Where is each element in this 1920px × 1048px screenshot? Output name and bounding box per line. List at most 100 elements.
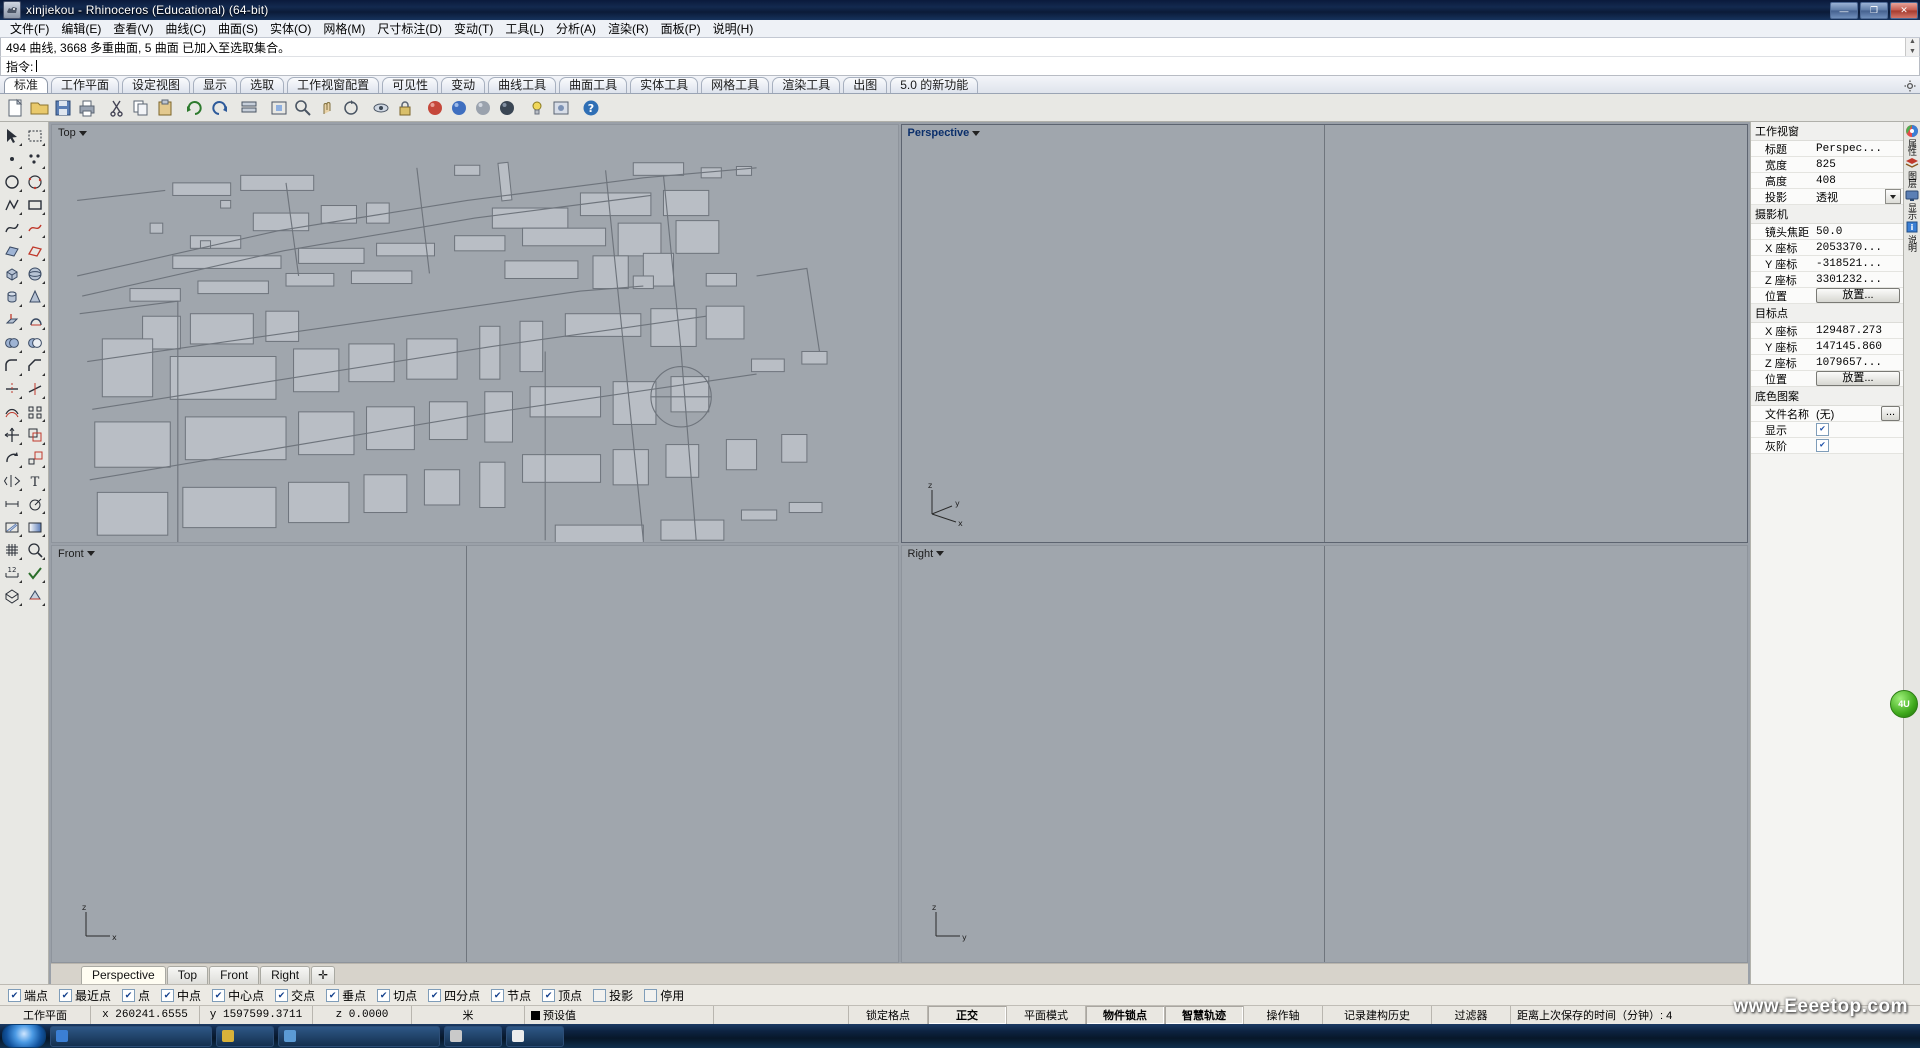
taskbar-item-4[interactable] xyxy=(444,1025,502,1047)
status-record-history[interactable]: 记录建构历史 xyxy=(1323,1006,1432,1024)
osnap-perp[interactable]: ✔ 垂点 xyxy=(326,987,366,1004)
osnap-center[interactable]: ✔ 中心点 xyxy=(212,987,264,1004)
circle-icon[interactable] xyxy=(0,170,23,193)
shade-gray-icon[interactable] xyxy=(471,96,494,119)
redo-icon[interactable] xyxy=(207,96,230,119)
revolve-icon[interactable] xyxy=(23,308,46,331)
status-cplane[interactable]: 工作平面 xyxy=(0,1006,91,1024)
print-icon[interactable] xyxy=(75,96,98,119)
cone-icon[interactable] xyxy=(23,285,46,308)
prop-cam-place[interactable]: 放置... xyxy=(1816,288,1900,303)
extrude-icon[interactable] xyxy=(0,308,23,331)
mesh-icon[interactable] xyxy=(0,584,23,607)
tab-set-view[interactable]: 设定视图 xyxy=(122,77,191,93)
tab-cplane[interactable]: 工作平面 xyxy=(51,77,120,93)
osnap-mid-checkbox[interactable]: ✔ xyxy=(161,988,175,1002)
chamfer-icon[interactable] xyxy=(23,354,46,377)
tab-surface-tools[interactable]: 曲面工具 xyxy=(559,77,628,93)
render-props-icon[interactable] xyxy=(549,96,572,119)
prop-cam-x-value[interactable]: 2053370... xyxy=(1813,242,1903,254)
menu-curve[interactable]: 曲线(C) xyxy=(159,19,212,38)
taskbar-item-2[interactable] xyxy=(216,1025,274,1047)
help-icon[interactable]: ? xyxy=(579,96,602,119)
osnap-point-checkbox[interactable]: ✔ xyxy=(122,988,136,1002)
status-smarttrack[interactable]: 智慧轨迹 xyxy=(1165,1006,1244,1024)
float-badge[interactable]: 4U xyxy=(1890,690,1918,718)
osnap-near[interactable]: ✔ 最近点 xyxy=(59,987,111,1004)
paste-icon[interactable] xyxy=(153,96,176,119)
text-icon[interactable]: T xyxy=(23,469,46,492)
shade-blue-icon[interactable] xyxy=(447,96,470,119)
toolbar-options-icon[interactable] xyxy=(1904,80,1916,92)
osnap-near-checkbox[interactable]: ✔ xyxy=(59,988,73,1002)
close-button[interactable]: ✕ xyxy=(1890,2,1918,19)
viewport-front-label[interactable]: Front xyxy=(55,548,98,560)
viewport-perspective[interactable]: Perspective z y x xyxy=(900,124,1748,543)
array-icon[interactable] xyxy=(23,400,46,423)
curve-icon[interactable] xyxy=(0,216,23,239)
viewport-top[interactable]: Top xyxy=(51,124,899,543)
prop-tgt-z-value[interactable]: 1079657... xyxy=(1813,357,1903,369)
osnap-vertex[interactable]: ✔ 顶点 xyxy=(542,987,582,1004)
minimize-button[interactable]: — xyxy=(1830,2,1858,19)
prop-projection-dropdown[interactable] xyxy=(1885,189,1901,204)
tab-visibility[interactable]: 可见性 xyxy=(382,77,439,93)
menu-help[interactable]: 说明(H) xyxy=(707,19,760,38)
point-icon[interactable] xyxy=(0,147,23,170)
tab-standard[interactable]: 标准 xyxy=(4,77,49,93)
menu-panels[interactable]: 面板(P) xyxy=(655,19,707,38)
tab-whats-new[interactable]: 5.0 的新功能 xyxy=(890,77,979,93)
menu-render[interactable]: 渲染(R) xyxy=(602,19,655,38)
menu-surface[interactable]: 曲面(S) xyxy=(212,19,264,38)
help-book-icon[interactable]: i xyxy=(1905,220,1919,234)
circle-3pt-icon[interactable] xyxy=(23,170,46,193)
hatch-icon[interactable] xyxy=(0,515,23,538)
rotate-view-icon[interactable] xyxy=(339,96,362,119)
tab-select[interactable]: 选取 xyxy=(240,77,285,93)
start-button[interactable] xyxy=(2,1024,46,1048)
status-ortho[interactable]: 正交 xyxy=(928,1006,1007,1024)
prop-tgt-x-value[interactable]: 129487.273 xyxy=(1813,325,1903,337)
sphere-icon[interactable] xyxy=(23,262,46,285)
status-grid-snap[interactable]: 锁定格点 xyxy=(849,1006,928,1024)
prop-wallpaper-file-browse[interactable]: ... xyxy=(1881,406,1900,421)
taskbar-item-5[interactable] xyxy=(506,1025,564,1047)
vptab-front[interactable]: Front xyxy=(209,966,260,984)
osnap-project-checkbox[interactable] xyxy=(593,988,607,1002)
chevron-down-icon[interactable] xyxy=(936,551,945,556)
status-filter[interactable]: 过滤器 xyxy=(1432,1006,1511,1024)
chevron-down-icon[interactable] xyxy=(972,130,981,136)
viewport-top-label[interactable]: Top xyxy=(55,127,90,139)
tab-render-tools[interactable]: 渲染工具 xyxy=(772,77,841,93)
command-scrollbar[interactable]: ▲ ▼ xyxy=(1905,38,1919,56)
split-icon[interactable] xyxy=(23,377,46,400)
osnap-knot-checkbox[interactable]: ✔ xyxy=(491,988,505,1002)
menu-solid[interactable]: 实体(O) xyxy=(264,19,317,38)
osnap-perp-checkbox[interactable]: ✔ xyxy=(326,988,340,1002)
surface-edge-icon[interactable] xyxy=(23,239,46,262)
prop-cam-y-value[interactable]: -318521... xyxy=(1813,258,1903,270)
color-wheel-icon[interactable] xyxy=(1905,124,1919,138)
shade-red-icon[interactable] xyxy=(423,96,446,119)
prop-lens-length-value[interactable]: 50.0 xyxy=(1813,226,1903,238)
system-tray[interactable] xyxy=(1914,1024,1920,1048)
render-icon[interactable] xyxy=(495,96,518,119)
scale-icon[interactable] xyxy=(23,446,46,469)
vptab-top[interactable]: Top xyxy=(166,966,209,984)
arrow-select-icon[interactable] xyxy=(0,124,23,147)
panel-layers-label[interactable]: 图层 xyxy=(1907,171,1917,187)
boolean-diff-icon[interactable] xyxy=(23,331,46,354)
cylinder-icon[interactable] xyxy=(0,285,23,308)
osnap-end-checkbox[interactable]: ✔ xyxy=(8,988,21,1002)
tab-display[interactable]: 显示 xyxy=(193,77,238,93)
osnap-point[interactable]: ✔ 点 xyxy=(122,987,150,1004)
offset-icon[interactable] xyxy=(0,400,23,423)
osnap-tan-checkbox[interactable]: ✔ xyxy=(377,988,391,1002)
osnap-knot[interactable]: ✔ 节点 xyxy=(491,987,531,1004)
osnap-end[interactable]: ✔ 端点 xyxy=(8,987,48,1004)
scroll-down-icon[interactable]: ▼ xyxy=(1906,48,1919,56)
osnap-center-checkbox[interactable]: ✔ xyxy=(212,988,226,1002)
status-planar[interactable]: 平面模式 xyxy=(1007,1006,1086,1024)
scroll-up-icon[interactable]: ▲ xyxy=(1906,38,1919,46)
viewport-right-label[interactable]: Right xyxy=(905,548,948,560)
